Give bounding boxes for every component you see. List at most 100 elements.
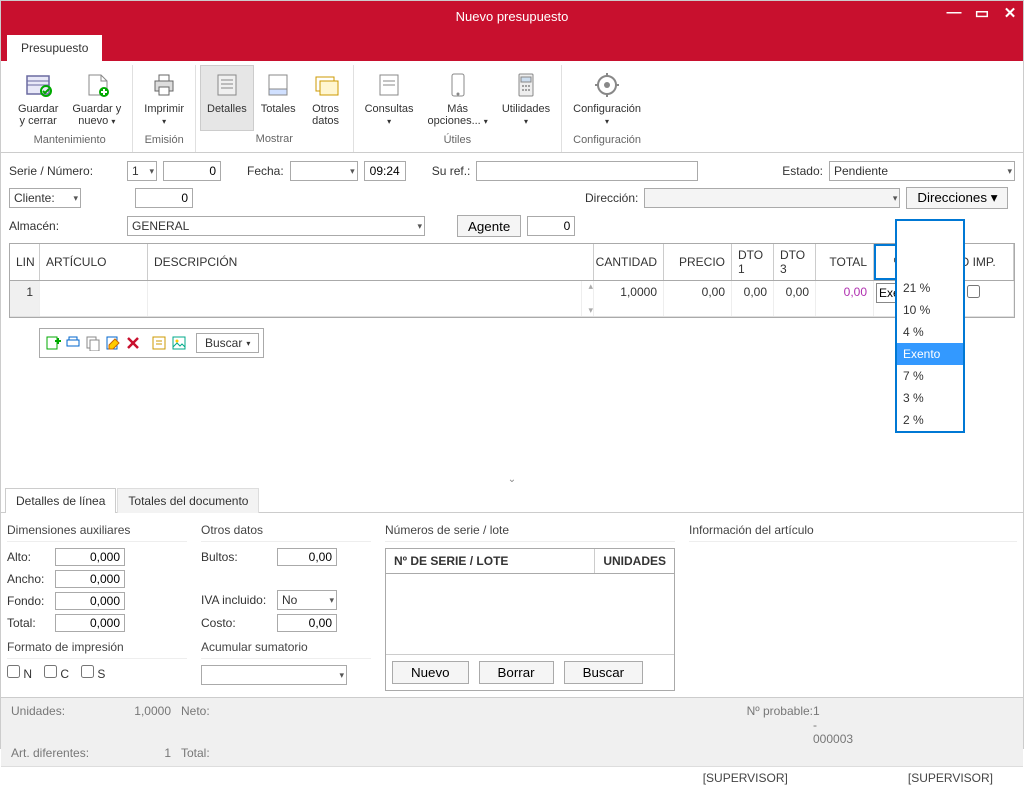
iva-dropdown[interactable]: 21 %10 %4 %Exento7 %3 %2 % (895, 219, 965, 433)
suref-label: Su ref.: (432, 164, 471, 178)
fondo-input[interactable] (55, 592, 125, 610)
tab-totales-doc[interactable]: Totales del documento (117, 488, 259, 513)
detalles-button[interactable]: Detalles (200, 65, 254, 131)
total-input[interactable] (55, 614, 125, 632)
status-left: [SUPERVISOR] (703, 771, 788, 785)
add-icon[interactable] (44, 334, 62, 352)
ribbon-group-utiles: Consultas▾ Más opciones... ▾ Utilidades▾… (354, 65, 563, 152)
direcciones-button[interactable]: Direcciones ▾ (906, 187, 1008, 209)
numero-input[interactable] (163, 161, 221, 181)
splitter[interactable]: ⌄ (1, 472, 1023, 487)
buscar-button[interactable]: Buscar (564, 661, 643, 684)
utilidades-button[interactable]: Utilidades▾ (495, 65, 557, 132)
borrar-button[interactable]: Borrar (479, 661, 554, 684)
iva-option[interactable]: 2 % (897, 409, 963, 431)
query-icon (373, 69, 405, 101)
buscar-dropdown[interactable]: Buscar▾ (196, 333, 259, 353)
configuracion-button[interactable]: Configuración▾ (566, 65, 648, 132)
tab-row: Presupuesto (1, 31, 1023, 61)
status-right: [SUPERVISOR] (908, 771, 993, 785)
formato-n[interactable] (7, 665, 20, 678)
formato-s[interactable] (81, 665, 94, 678)
agente-button[interactable]: Agente (457, 215, 521, 237)
hora-input[interactable] (364, 161, 406, 181)
printer-icon (148, 69, 180, 101)
fecha-label: Fecha: (247, 164, 284, 178)
lines-grid: LIN ARTÍCULO DESCRIPCIÓN CANTIDAD PRECIO… (9, 243, 1015, 318)
totales-button[interactable]: Totales (254, 65, 303, 131)
nuevo-button[interactable]: Nuevo (392, 661, 469, 684)
grid-toolbar: Buscar▾ (39, 328, 264, 358)
grid-header: LIN ARTÍCULO DESCRIPCIÓN CANTIDAD PRECIO… (10, 244, 1014, 281)
ribbon: Guardar y cerrar Guardar y nuevo ▾ Mante… (1, 61, 1023, 153)
delete-icon[interactable] (124, 334, 142, 352)
estado-combo[interactable]: Pendiente▾ (829, 161, 1015, 181)
minimize-button[interactable]: — (945, 4, 963, 22)
acum-combo[interactable]: ▾ (201, 665, 347, 685)
more-options-icon (442, 69, 474, 101)
grid-row-1[interactable]: 1 ▴▾ 1,0000 0,00 0,00 0,00 0,00 ▾ (10, 281, 1014, 317)
article-icon[interactable] (150, 334, 168, 352)
formato-c[interactable] (44, 665, 57, 678)
serie-combo[interactable]: 1▾ (127, 161, 157, 181)
cliente-id-input[interactable] (135, 188, 193, 208)
tab-presupuesto[interactable]: Presupuesto (7, 35, 102, 61)
copy-icon[interactable] (84, 334, 102, 352)
direccion-label: Dirección: (585, 191, 638, 205)
image-icon[interactable] (170, 334, 188, 352)
save-new-icon (81, 69, 113, 101)
direccion-combo[interactable]: ▾ (644, 188, 900, 208)
ribbon-group-config: Configuración▾ Configuración (562, 65, 652, 152)
iva-option[interactable]: 21 % (897, 277, 963, 299)
spinner[interactable]: ▴▾ (582, 281, 594, 316)
print-icon[interactable] (64, 334, 82, 352)
save-close-icon (22, 69, 54, 101)
iva-option[interactable]: Exento (897, 343, 963, 365)
serie-table: Nº DE SERIE / LOTEUNIDADES Nuevo Borrar … (385, 548, 675, 691)
guardar-cerrar-button[interactable]: Guardar y cerrar (11, 65, 65, 132)
header-form: Serie / Número: 1▾ Fecha: ▾ Su ref.: Est… (1, 153, 1023, 362)
details-panel: Dimensiones auxiliares Alto: Ancho: Fond… (1, 513, 1023, 697)
otros-datos-button[interactable]: Otros datos (303, 65, 349, 131)
consultas-button[interactable]: Consultas▾ (358, 65, 421, 132)
almacen-combo[interactable]: GENERAL▾ (127, 216, 425, 236)
iva-option[interactable]: 7 % (897, 365, 963, 387)
titlebar: Nuevo presupuesto — ▭ ✕ (1, 1, 1023, 31)
estado-label: Estado: (782, 164, 823, 178)
bultos-input[interactable] (277, 548, 337, 566)
noimp-checkbox[interactable] (967, 285, 980, 298)
cliente-combo[interactable]: Cliente:▾ (9, 188, 81, 208)
window-title: Nuevo presupuesto (456, 9, 569, 24)
statusbar: [SUPERVISOR] [SUPERVISOR] (1, 766, 1023, 789)
ribbon-group-mantenimiento: Guardar y cerrar Guardar y nuevo ▾ Mante… (7, 65, 133, 152)
suref-input[interactable] (476, 161, 698, 181)
mas-opciones-button[interactable]: Más opciones... ▾ (421, 65, 495, 132)
fecha-combo[interactable]: ▾ (290, 161, 358, 181)
bottom-tabs: Detalles de línea Totales del documento (1, 487, 1023, 513)
ribbon-group-emision: Imprimir▾ Emisión (133, 65, 196, 152)
window-controls: — ▭ ✕ (945, 4, 1019, 22)
serie-label: Serie / Número: (9, 164, 121, 178)
almacen-label: Almacén: (9, 219, 121, 233)
ribbon-group-mostrar: Detalles Totales Otros datos Mostrar (196, 65, 354, 152)
iva-option[interactable]: 3 % (897, 387, 963, 409)
maximize-button[interactable]: ▭ (973, 4, 991, 22)
agente-input[interactable] (527, 216, 575, 236)
details-icon (211, 69, 243, 101)
footer-summary: Unidades: 1,0000 Neto: Nº probable: 1 - … (1, 697, 1023, 766)
other-data-icon (310, 69, 342, 101)
totals-icon (262, 69, 294, 101)
gear-icon (591, 69, 623, 101)
costo-input[interactable] (277, 614, 337, 632)
iva-option[interactable]: 4 % (897, 321, 963, 343)
ancho-input[interactable] (55, 570, 125, 588)
guardar-nuevo-button[interactable]: Guardar y nuevo ▾ (65, 65, 128, 132)
alto-input[interactable] (55, 548, 125, 566)
tab-detalles-linea[interactable]: Detalles de línea (5, 488, 116, 513)
calculator-icon (510, 69, 542, 101)
imprimir-button[interactable]: Imprimir▾ (137, 65, 191, 132)
iva-option[interactable]: 10 % (897, 299, 963, 321)
edit-icon[interactable] (104, 334, 122, 352)
iva-incl-combo[interactable]: No▾ (277, 590, 337, 610)
close-button[interactable]: ✕ (1001, 4, 1019, 22)
